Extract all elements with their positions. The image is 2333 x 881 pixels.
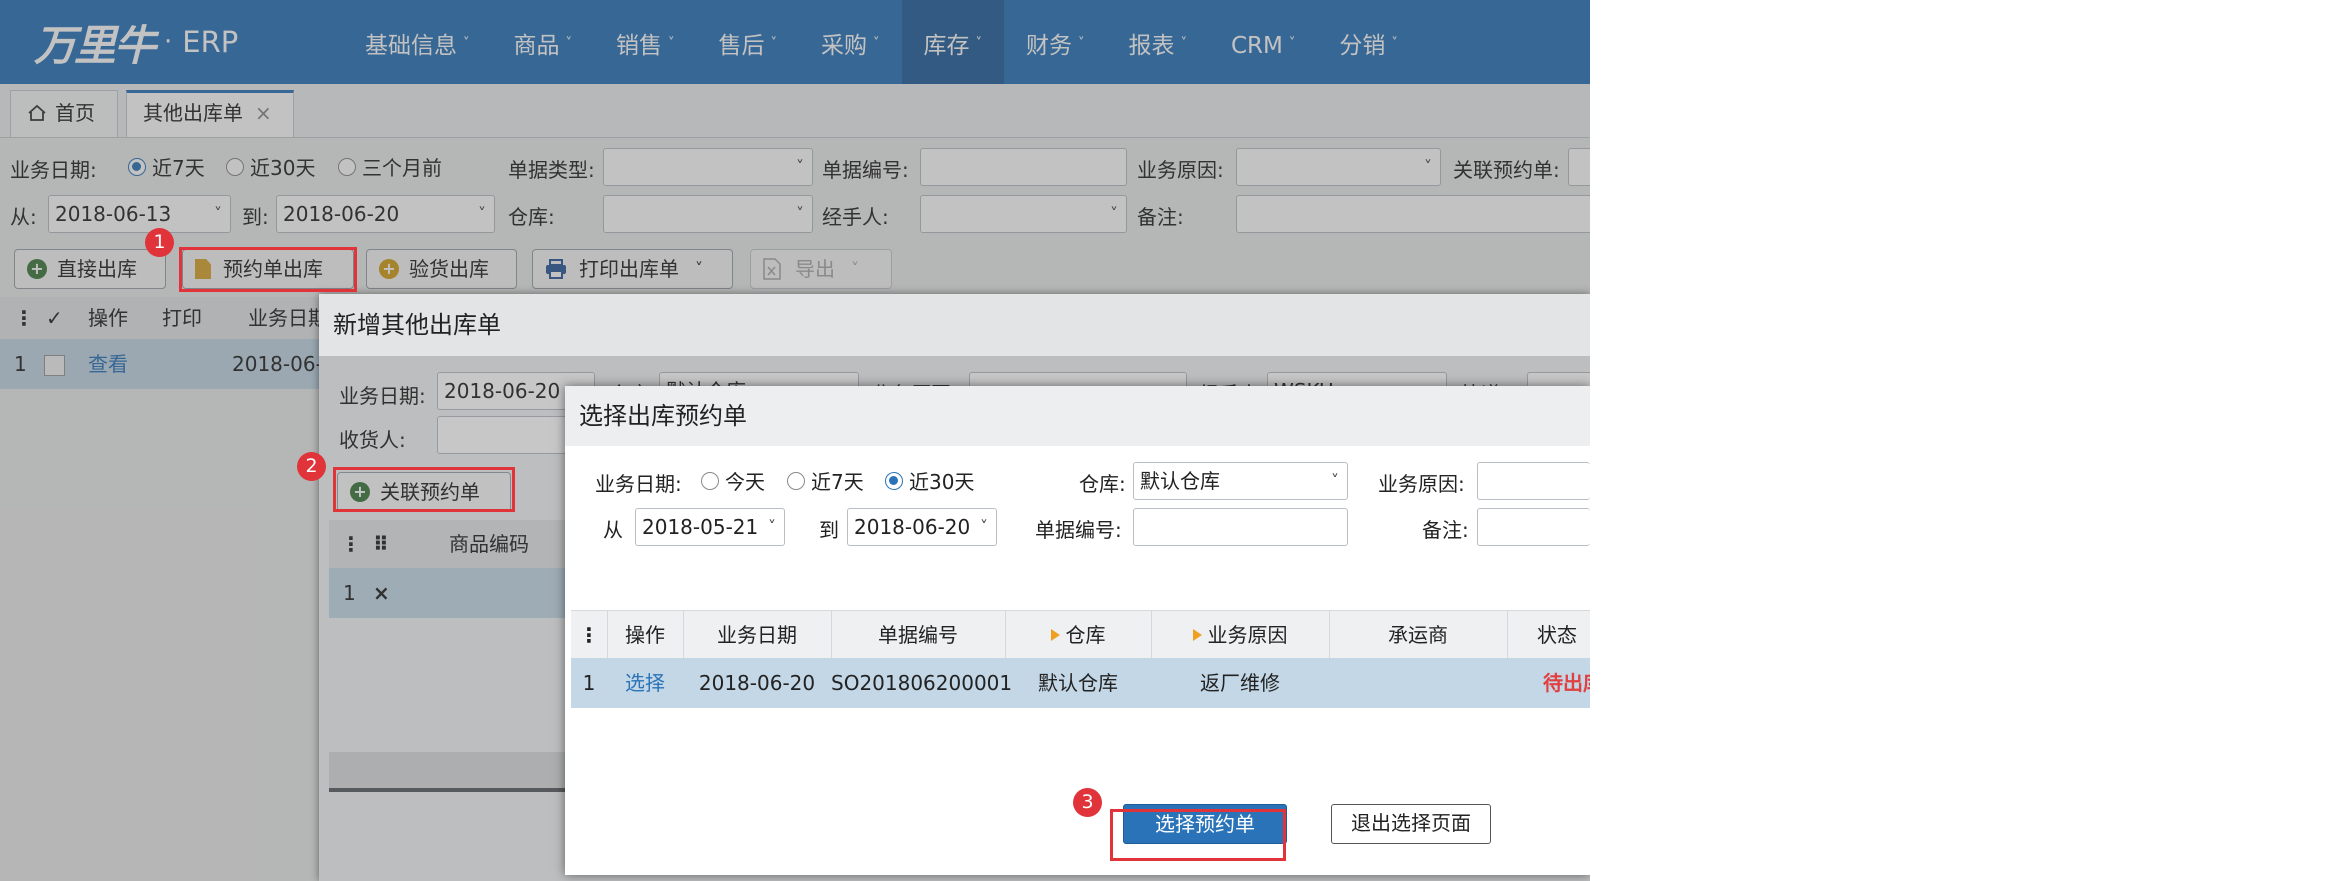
col-date[interactable]: 业务日期 [683, 611, 831, 659]
d2-doc-no-input[interactable] [1133, 508, 1348, 546]
d2-from-date-select[interactable]: 2018-05-21 ˅ [635, 508, 785, 546]
callout-highlight-2 [333, 467, 515, 512]
d2-row-date: 2018-06-20 [698, 671, 816, 695]
erp-app: 万里牛 · ERP 基础信息 ˅ 商品 ˅ 销售 ˅ 售后 ˅ 采购 ˅ 库存 ˅ 财务 ˅ … [0, 0, 1590, 881]
d2-warehouse-label: 仓库: [1079, 472, 1126, 496]
dialog-title: 新增其他出库单 [319, 294, 1590, 356]
d2-row-warehouse: 默认仓库 [1038, 671, 1118, 695]
col-action: 操作 [625, 623, 665, 647]
d2-to-label: 到 [819, 518, 839, 542]
callout-badge-2: 2 [297, 452, 326, 481]
radio-icon [787, 471, 805, 490]
callout-badge-1: 1 [145, 228, 174, 257]
d2-warehouse-select[interactable]: 默认仓库 ˅ [1133, 462, 1348, 500]
callout-highlight-1 [179, 247, 357, 292]
d2-remark-label: 备注: [1422, 518, 1469, 542]
d2-remark-input[interactable] [1477, 508, 1590, 546]
col-carrier[interactable]: 承运商 [1329, 611, 1507, 659]
col-status[interactable]: 状态 [1507, 611, 1590, 659]
select-link[interactable]: 选择 [607, 658, 683, 708]
col-reason[interactable]: 业务原因 [1151, 611, 1329, 659]
d2-to-date-select[interactable]: 2018-06-20 ˅ [847, 508, 997, 546]
exit-select-page-button[interactable]: 退出选择页面 [1331, 804, 1491, 844]
radio-last-7-days[interactable]: 近7天 [787, 466, 864, 495]
d2-from-label: 从 [603, 518, 623, 542]
sort-arrow-icon [1192, 629, 1202, 641]
callout-badge-3: 3 [1073, 788, 1102, 817]
column-menu-icon[interactable]: ⋮ [571, 611, 607, 659]
d2-date-label: 业务日期: [595, 472, 682, 496]
radio-last-30-days[interactable]: 近30天 [885, 466, 974, 495]
chevron-down-icon: ˅ [768, 517, 776, 536]
col-doc-no[interactable]: 单据编号 [831, 611, 1005, 659]
dialog-title: 选择出库预约单 [565, 386, 1590, 446]
sort-arrow-icon [1050, 629, 1060, 641]
chevron-down-icon: ˅ [980, 517, 988, 536]
d2-doc-no-label: 单据编号: [1035, 518, 1122, 542]
radio-checked-icon [885, 471, 903, 490]
col-warehouse[interactable]: 仓库 [1005, 611, 1151, 659]
chevron-down-icon: ˅ [1331, 471, 1339, 490]
d2-row-reason: 返厂维修 [1200, 671, 1280, 695]
reservation-table-header: ⋮ 操作 业务日期 单据编号 仓库 业务原因 承运商 状态 [571, 610, 1590, 660]
table-row[interactable]: 1 选择 2018-06-20 SO201806200001 默认仓库 返厂维修… [571, 658, 1590, 708]
d2-reason-input[interactable] [1477, 462, 1590, 500]
callout-highlight-3 [1110, 809, 1286, 861]
radio-today[interactable]: 今天 [701, 466, 765, 495]
d2-row-index: 1 [582, 671, 596, 695]
radio-icon [701, 471, 719, 490]
d2-row-carrier [1329, 658, 1507, 708]
d2-reason-label: 业务原因: [1378, 472, 1465, 496]
d2-row-doc-no: SO201806200001 [831, 671, 1013, 695]
status-badge: 待出库 [1543, 671, 1590, 695]
